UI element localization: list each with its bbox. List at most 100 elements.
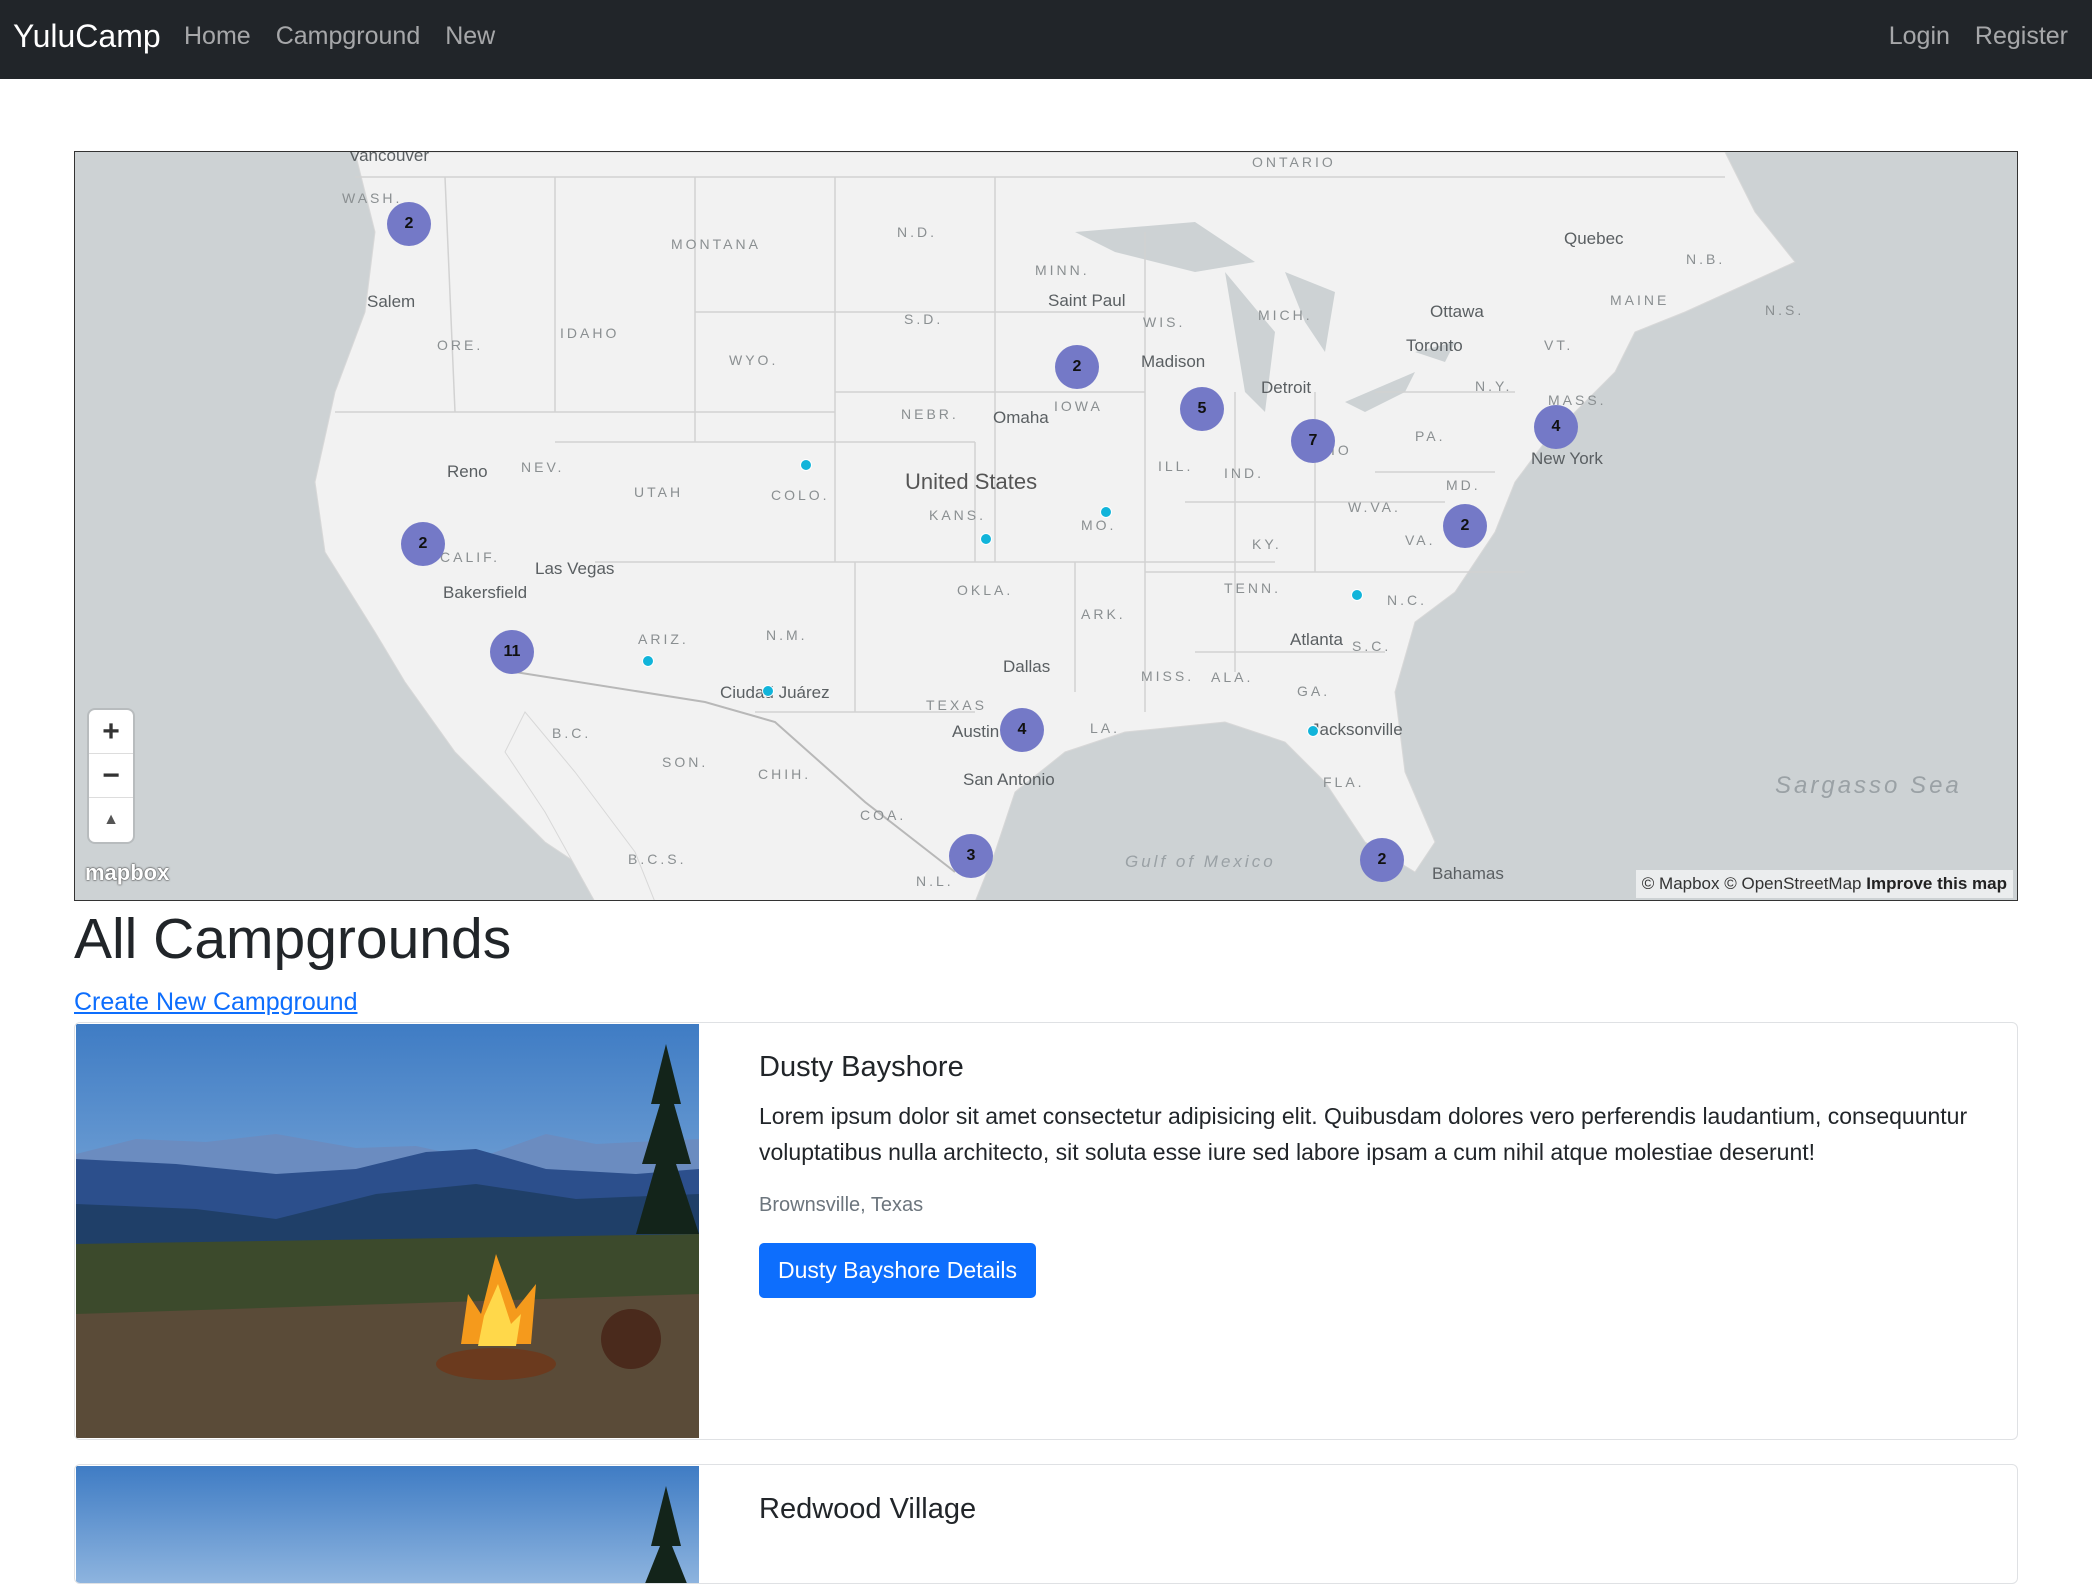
create-campground-link[interactable]: Create New Campground — [74, 988, 357, 1017]
map-point[interactable] — [762, 685, 774, 697]
cluster-map[interactable]: WASH. MONTANA N.D. MINN. ONTARIO Quebec … — [74, 151, 2018, 901]
country-label: United States — [905, 469, 1038, 494]
map-cluster[interactable]: 11 — [490, 630, 534, 674]
city-label: New York — [1531, 449, 1603, 468]
map-label: CHIH. — [758, 766, 812, 782]
city-label: Madison — [1141, 352, 1206, 371]
nav-links: Home Campground New — [184, 22, 520, 51]
map-label: IOWA — [1054, 398, 1103, 414]
map-point[interactable] — [1100, 506, 1112, 518]
map-label: IDAHO — [560, 325, 620, 341]
map-label: WIS. — [1143, 314, 1186, 330]
map-label: IND. — [1224, 465, 1264, 481]
city-label: Reno — [447, 462, 488, 481]
card-title: Redwood Village — [759, 1493, 977, 1525]
city-label: Dallas — [1003, 657, 1051, 676]
map-cluster[interactable]: 2 — [387, 202, 431, 246]
map-label: Quebec — [1564, 229, 1624, 248]
city-label: Las Vegas — [535, 559, 615, 578]
map-label: NEV. — [521, 459, 565, 475]
map-label: ONTARIO — [1252, 154, 1336, 170]
card-body: Redwood Village — [759, 1465, 1977, 1526]
map-point[interactable] — [980, 533, 992, 545]
map-cluster[interactable]: 2 — [1055, 345, 1099, 389]
map-label: N.M. — [766, 627, 808, 643]
auth-links: Login Register — [1864, 22, 2068, 51]
zoom-out-button[interactable]: − — [89, 754, 133, 798]
map-label: N.S. — [1765, 302, 1805, 318]
city-label: Bahamas — [1432, 864, 1504, 883]
map-label: MD. — [1446, 477, 1481, 493]
map-label: N.C. — [1387, 592, 1427, 608]
zoom-in-button[interactable]: + — [89, 710, 133, 754]
map-label: MICH. — [1258, 307, 1313, 323]
map-label: B.C.S. — [628, 851, 687, 867]
map-label: COLO. — [771, 487, 830, 503]
nav-new-link[interactable]: New — [445, 22, 495, 51]
map-cluster[interactable]: 2 — [1443, 504, 1487, 548]
map-label: ARK. — [1081, 606, 1126, 622]
card-location: Brownsville, Texas — [759, 1194, 924, 1216]
map-cluster[interactable]: 5 — [1180, 387, 1224, 431]
map-label: MONTANA — [671, 236, 761, 252]
mapbox-logo[interactable]: mapbox — [85, 860, 169, 886]
map-label: GA. — [1297, 683, 1331, 699]
map-attribution: © Mapbox © OpenStreetMap Improve this ma… — [1635, 870, 2013, 898]
nav-campground-link[interactable]: Campground — [276, 22, 421, 51]
card-title: Dusty Bayshore — [759, 1051, 964, 1083]
map-navigation-control: + − ▲ — [89, 710, 133, 842]
water-label: Sargasso Sea — [1775, 772, 1962, 799]
campground-details-button[interactable]: Dusty Bayshore Details — [759, 1243, 1037, 1298]
map-point[interactable] — [642, 655, 654, 667]
city-label: Salem — [367, 292, 416, 311]
card-description: Lorem ipsum dolor sit amet consectetur a… — [759, 1103, 1968, 1165]
city-label: Atlanta — [1290, 630, 1343, 649]
campground-card: Redwood Village — [74, 1464, 2018, 1584]
city-label: Omaha — [993, 408, 1049, 427]
map-label: WYO. — [729, 352, 779, 368]
map-cluster[interactable]: 7 — [1291, 419, 1335, 463]
map-label: S.C. — [1352, 638, 1392, 654]
city-label: Jacksonville — [1311, 720, 1403, 739]
map-label: TEXAS — [926, 697, 987, 713]
city-label: Austin — [952, 722, 1000, 741]
campground-image — [76, 1466, 699, 1583]
map-label: N.Y. — [1475, 378, 1513, 394]
brand-logo[interactable]: YuluCamp — [13, 18, 161, 55]
map-cluster[interactable]: 2 — [1360, 838, 1404, 882]
map-cluster[interactable]: 3 — [949, 834, 993, 878]
map-label: ARIZ. — [638, 631, 689, 647]
map-label: WASH. — [342, 190, 403, 206]
map-point[interactable] — [1307, 725, 1319, 737]
city-label: Bakersfield — [443, 583, 528, 602]
nav-home-link[interactable]: Home — [184, 22, 251, 51]
map-label: MISS. — [1141, 668, 1195, 684]
compass-icon[interactable]: ▲ — [89, 798, 133, 842]
map-cluster[interactable]: 4 — [1534, 405, 1578, 449]
improve-map-link[interactable]: Improve this map — [1866, 874, 2007, 893]
map-cluster[interactable]: 4 — [1000, 708, 1044, 752]
map-label: KY. — [1252, 536, 1282, 552]
map-label: ALA. — [1211, 669, 1254, 685]
map-label: N.L. — [916, 873, 954, 889]
map-label: B.C. — [552, 725, 592, 741]
map-label: CALIF. — [440, 549, 501, 565]
campground-card: Dusty Bayshore Lorem ipsum dolor sit ame… — [74, 1022, 2018, 1440]
map-label: MINN. — [1035, 262, 1090, 278]
map-label: ORE. — [437, 337, 484, 353]
login-link[interactable]: Login — [1889, 22, 1950, 51]
city-label: San Antonio — [963, 770, 1055, 789]
map-point[interactable] — [800, 459, 812, 471]
register-link[interactable]: Register — [1975, 22, 2068, 51]
attribution-text[interactable]: © Mapbox © OpenStreetMap — [1642, 874, 1862, 893]
map-label: S.D. — [904, 311, 944, 327]
map-label: UTAH — [634, 484, 684, 500]
map-label: LA. — [1090, 720, 1121, 736]
map-cluster[interactable]: 2 — [401, 522, 445, 566]
map-label: NEBR. — [901, 406, 959, 422]
map-point[interactable] — [1351, 589, 1363, 601]
city-label: Ciudad Juárez — [720, 683, 830, 702]
map-label: SON. — [662, 754, 709, 770]
map-label: TENN. — [1224, 580, 1281, 596]
water-label: Gulf of Mexico — [1125, 852, 1276, 871]
